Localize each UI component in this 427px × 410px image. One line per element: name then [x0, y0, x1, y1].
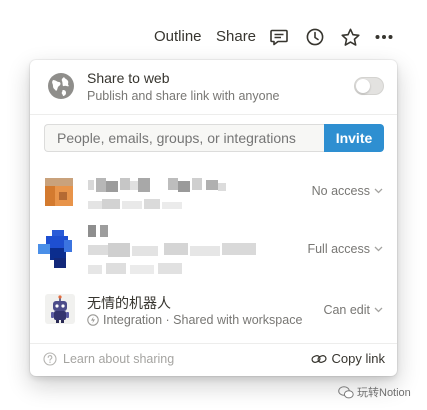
- access-label: Can edit: [323, 303, 370, 317]
- share-to-web-subtitle: Publish and share link with anyone: [87, 89, 280, 103]
- divider: [30, 114, 397, 115]
- invite-input[interactable]: [44, 124, 325, 152]
- chevron-down-icon: [374, 188, 383, 194]
- popover-footer: Learn about sharing Copy link: [30, 343, 397, 376]
- integration-subtitle-row: Integration · Shared with workspace: [87, 313, 302, 327]
- access-dropdown[interactable]: No access: [312, 184, 383, 198]
- topbar: Outline Share: [0, 0, 427, 60]
- member-row[interactable]: No access: [30, 172, 397, 212]
- access-dropdown[interactable]: Can edit: [323, 303, 383, 317]
- watermark-text: 玩转Notion: [357, 387, 411, 399]
- share-to-web-row[interactable]: Share to web Publish and share link with…: [30, 60, 397, 114]
- member-row[interactable]: Full access: [30, 220, 397, 280]
- robot-avatar: [45, 294, 75, 324]
- avatar: [38, 230, 76, 268]
- integration-icon: [87, 314, 99, 326]
- member-name-redacted: [88, 178, 228, 192]
- share-to-web-toggle[interactable]: [354, 77, 384, 95]
- integration-name: 无情的机器人: [87, 295, 171, 311]
- share-button[interactable]: Share: [216, 27, 256, 47]
- outline-button[interactable]: Outline: [154, 27, 202, 47]
- comment-icon[interactable]: [268, 26, 290, 48]
- member-email-redacted: [88, 196, 184, 209]
- learn-label: Learn about sharing: [63, 352, 175, 366]
- more-icon[interactable]: [373, 26, 395, 48]
- learn-about-sharing-link[interactable]: Learn about sharing: [43, 352, 174, 366]
- globe-icon: [47, 72, 75, 100]
- member-email-redacted: [88, 243, 258, 257]
- integration-subtitle: Integration · Shared with workspace: [103, 313, 303, 327]
- link-icon: [310, 354, 327, 363]
- toggle-knob: [356, 79, 370, 93]
- invite-button[interactable]: Invite: [324, 124, 384, 152]
- copy-link-button[interactable]: Copy link: [310, 351, 385, 366]
- clock-icon[interactable]: [304, 26, 326, 48]
- member-extra-redacted: [88, 261, 184, 274]
- share-popover: Share to web Publish and share link with…: [30, 60, 397, 376]
- share-to-web-title: Share to web: [87, 70, 170, 86]
- star-icon[interactable]: [339, 26, 361, 48]
- avatar: [45, 178, 73, 206]
- chevron-down-icon: [374, 307, 383, 313]
- access-label: Full access: [307, 242, 370, 256]
- access-dropdown[interactable]: Full access: [307, 242, 383, 256]
- member-name-redacted: [88, 224, 110, 237]
- watermark: 玩转Notion: [338, 384, 411, 400]
- help-icon: [43, 352, 57, 366]
- access-label: No access: [311, 184, 370, 198]
- wechat-icon: [338, 385, 354, 398]
- copy-link-label: Copy link: [331, 351, 385, 366]
- chevron-down-icon: [374, 246, 383, 252]
- notion-page: Outline Share Share to web Publish and s…: [0, 0, 427, 410]
